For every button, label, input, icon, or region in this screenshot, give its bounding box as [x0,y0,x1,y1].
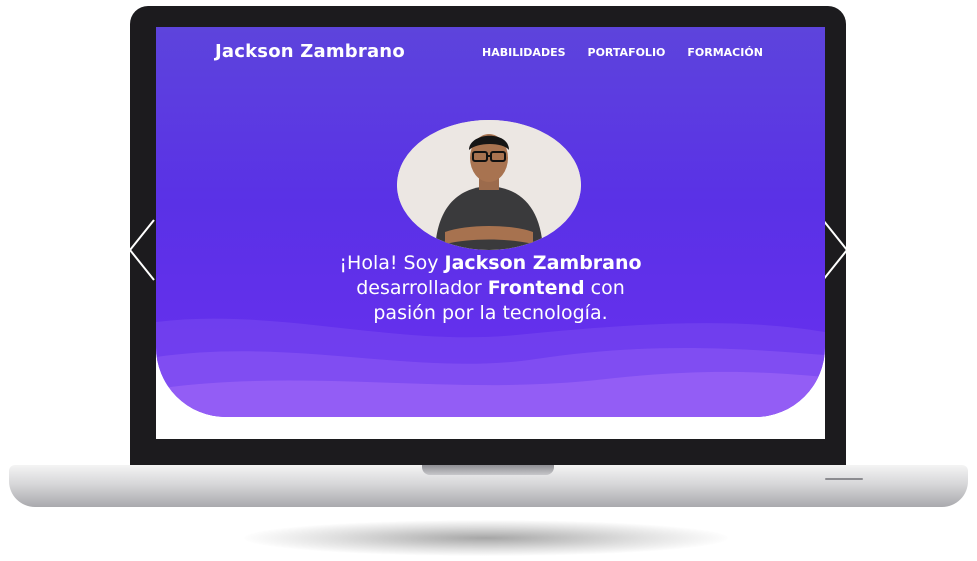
intro-name: Jackson Zambrano [444,252,642,274]
laptop-hinge-notch [422,465,554,475]
person-photo-icon [397,120,581,250]
profile-photo [397,120,581,250]
intro-tagline: pasión por la tecnología. [373,302,608,324]
intro-role: Frontend [487,277,585,299]
intro-role-suffix: con [584,277,625,299]
laptop-side-slot [825,478,863,480]
intro-line-2: desarrollador Frontend con [256,276,725,301]
intro-greeting: ¡Hola! Soy [339,252,445,274]
nav-item-portafolio[interactable]: PORTAFOLIO [588,46,666,59]
top-navbar: Jackson Zambrano HABILIDADES PORTAFOLIO … [156,27,825,79]
laptop-screen: Jackson Zambrano HABILIDADES PORTAFOLIO … [156,27,825,439]
chevron-right-icon[interactable] [821,218,849,282]
chevron-left-icon[interactable] [128,218,156,282]
nav-item-habilidades[interactable]: HABILIDADES [482,46,566,59]
intro-line-1: ¡Hola! Soy Jackson Zambrano [256,251,725,276]
laptop-base [9,465,968,507]
laptop-shadow [244,520,728,556]
nav-item-formacion[interactable]: FORMACIÓN [687,46,763,59]
brand-logo[interactable]: Jackson Zambrano [215,41,405,62]
hero-intro: ¡Hola! Soy Jackson Zambrano desarrollado… [256,251,725,326]
hero-section: Jackson Zambrano HABILIDADES PORTAFOLIO … [156,27,825,417]
nav-menu: HABILIDADES PORTAFOLIO FORMACIÓN [482,46,763,59]
intro-role-prefix: desarrollador [356,277,488,299]
